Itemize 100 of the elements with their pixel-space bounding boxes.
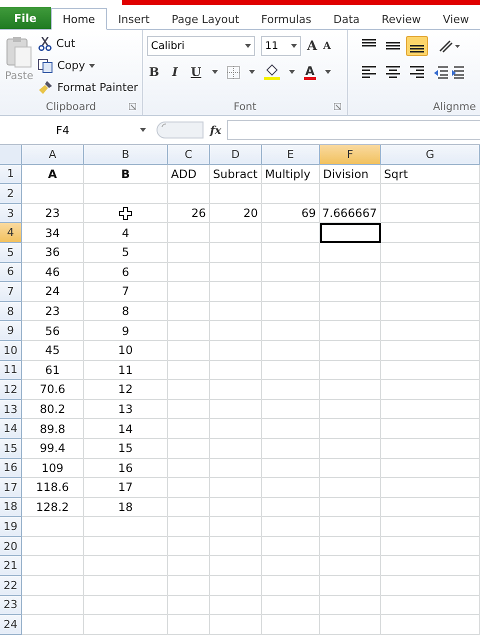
row-header[interactable]: 5 [0, 242, 22, 263]
vertical-align-button[interactable] [406, 36, 428, 56]
table-cell: 7.666667 [320, 204, 381, 224]
italic-button[interactable]: I [170, 65, 180, 79]
row-header[interactable]: 15 [0, 438, 22, 458]
table-cell [262, 242, 320, 263]
table-cell [262, 380, 320, 400]
table-cell [210, 262, 262, 282]
font-color-button[interactable]: A [304, 64, 316, 80]
column-header[interactable]: B [84, 145, 168, 165]
table-cell [168, 419, 210, 439]
group-label: Clipboard [4, 99, 138, 115]
column-header[interactable]: G [381, 145, 480, 165]
scissors-icon [38, 36, 52, 50]
row-header[interactable]: 22 [0, 576, 22, 596]
table-cell [210, 242, 262, 263]
ribbon-tab[interactable]: Review [370, 9, 432, 29]
table-cell [262, 223, 320, 243]
table-cell [22, 517, 84, 537]
table-cell [320, 517, 381, 537]
row-header[interactable]: 7 [0, 282, 22, 302]
copy-button[interactable]: Copy [38, 56, 138, 75]
shrink-font-button[interactable]: A [323, 40, 331, 52]
column-header[interactable]: D [210, 145, 262, 165]
row-header[interactable]: 1 [0, 164, 22, 184]
table-cell [262, 282, 320, 302]
group-label: Font [147, 99, 343, 115]
insert-function-button[interactable]: fx [210, 124, 222, 136]
file-tab[interactable]: File [0, 7, 51, 29]
row-header[interactable]: 8 [0, 302, 22, 322]
align-center-icon[interactable] [386, 66, 400, 78]
align-right-icon[interactable] [410, 66, 424, 78]
underline-button[interactable]: U [188, 65, 204, 79]
table-cell [210, 517, 262, 537]
cut-button[interactable]: Cut [38, 34, 138, 53]
table-cell [262, 615, 320, 635]
caret-icon [245, 44, 251, 48]
ribbon-tab[interactable]: Insert [107, 9, 161, 29]
bold-button[interactable]: B [147, 65, 162, 79]
row-header[interactable]: 17 [0, 478, 22, 498]
table-cell: 16 [84, 458, 168, 478]
ribbon-tab[interactable]: Page Layout [160, 9, 250, 29]
formula-input[interactable] [227, 120, 480, 140]
grow-font-button[interactable]: A [307, 38, 318, 54]
borders-icon[interactable] [227, 66, 240, 78]
row-header[interactable]: 11 [0, 360, 22, 380]
table-cell [168, 498, 210, 518]
column-header[interactable]: A [22, 145, 84, 165]
orientation-icon[interactable] [438, 39, 460, 53]
row-header[interactable]: 4 [0, 223, 22, 243]
ribbon-tab[interactable]: Data [322, 9, 371, 29]
ribbon-tab[interactable]: View [432, 9, 480, 29]
table-cell [168, 517, 210, 537]
table-cell [168, 340, 210, 361]
ribbon-tab[interactable]: Home [50, 8, 108, 30]
column-header[interactable]: C [168, 145, 210, 165]
table-cell [262, 517, 320, 537]
table-cell: ADD [168, 164, 210, 184]
row-header[interactable]: 21 [0, 556, 22, 576]
row-header[interactable]: 12 [0, 380, 22, 400]
table-cell [262, 302, 320, 322]
row-header[interactable]: 10 [0, 340, 22, 361]
table-cell [168, 282, 210, 302]
indent-icon[interactable] [434, 66, 466, 78]
row-header[interactable]: 6 [0, 262, 22, 282]
align-left-icon[interactable] [362, 66, 376, 78]
format-painter-button[interactable]: Format Painter [38, 78, 138, 97]
resize-handle-icon[interactable] [156, 121, 204, 139]
table-cell [262, 184, 320, 204]
table-cell [210, 536, 262, 556]
row-header[interactable]: 16 [0, 458, 22, 478]
font-name-select[interactable]: Calibri [147, 36, 255, 56]
fill-color-icon[interactable] [264, 64, 280, 80]
table-cell [210, 458, 262, 478]
row-header[interactable]: 9 [0, 321, 22, 341]
table-cell [168, 596, 210, 616]
row-header[interactable]: 18 [0, 498, 22, 518]
row-header[interactable]: 13 [0, 400, 22, 420]
table-cell [22, 184, 84, 204]
table-cell [168, 242, 210, 263]
row-header[interactable]: 19 [0, 517, 22, 537]
row-header[interactable]: 2 [0, 184, 22, 204]
table-cell [210, 438, 262, 458]
table-cell [168, 576, 210, 596]
row-header[interactable]: 24 [0, 615, 22, 635]
table-cell [168, 438, 210, 458]
column-header[interactable]: E [262, 145, 320, 165]
row-header[interactable]: 3 [0, 204, 22, 224]
table-cell [168, 321, 210, 341]
ribbon-tab[interactable]: Formulas [250, 9, 322, 29]
table-cell [210, 596, 262, 616]
font-size-select[interactable]: 11 [261, 36, 301, 56]
caret-icon [89, 64, 96, 68]
launcher-icon [129, 103, 136, 110]
column-header[interactable]: F [320, 145, 381, 165]
row-header[interactable]: 20 [0, 536, 22, 556]
table-cell: 17 [84, 478, 168, 498]
row-header[interactable]: 23 [0, 596, 22, 616]
table-cell [210, 419, 262, 439]
row-header[interactable]: 14 [0, 419, 22, 439]
